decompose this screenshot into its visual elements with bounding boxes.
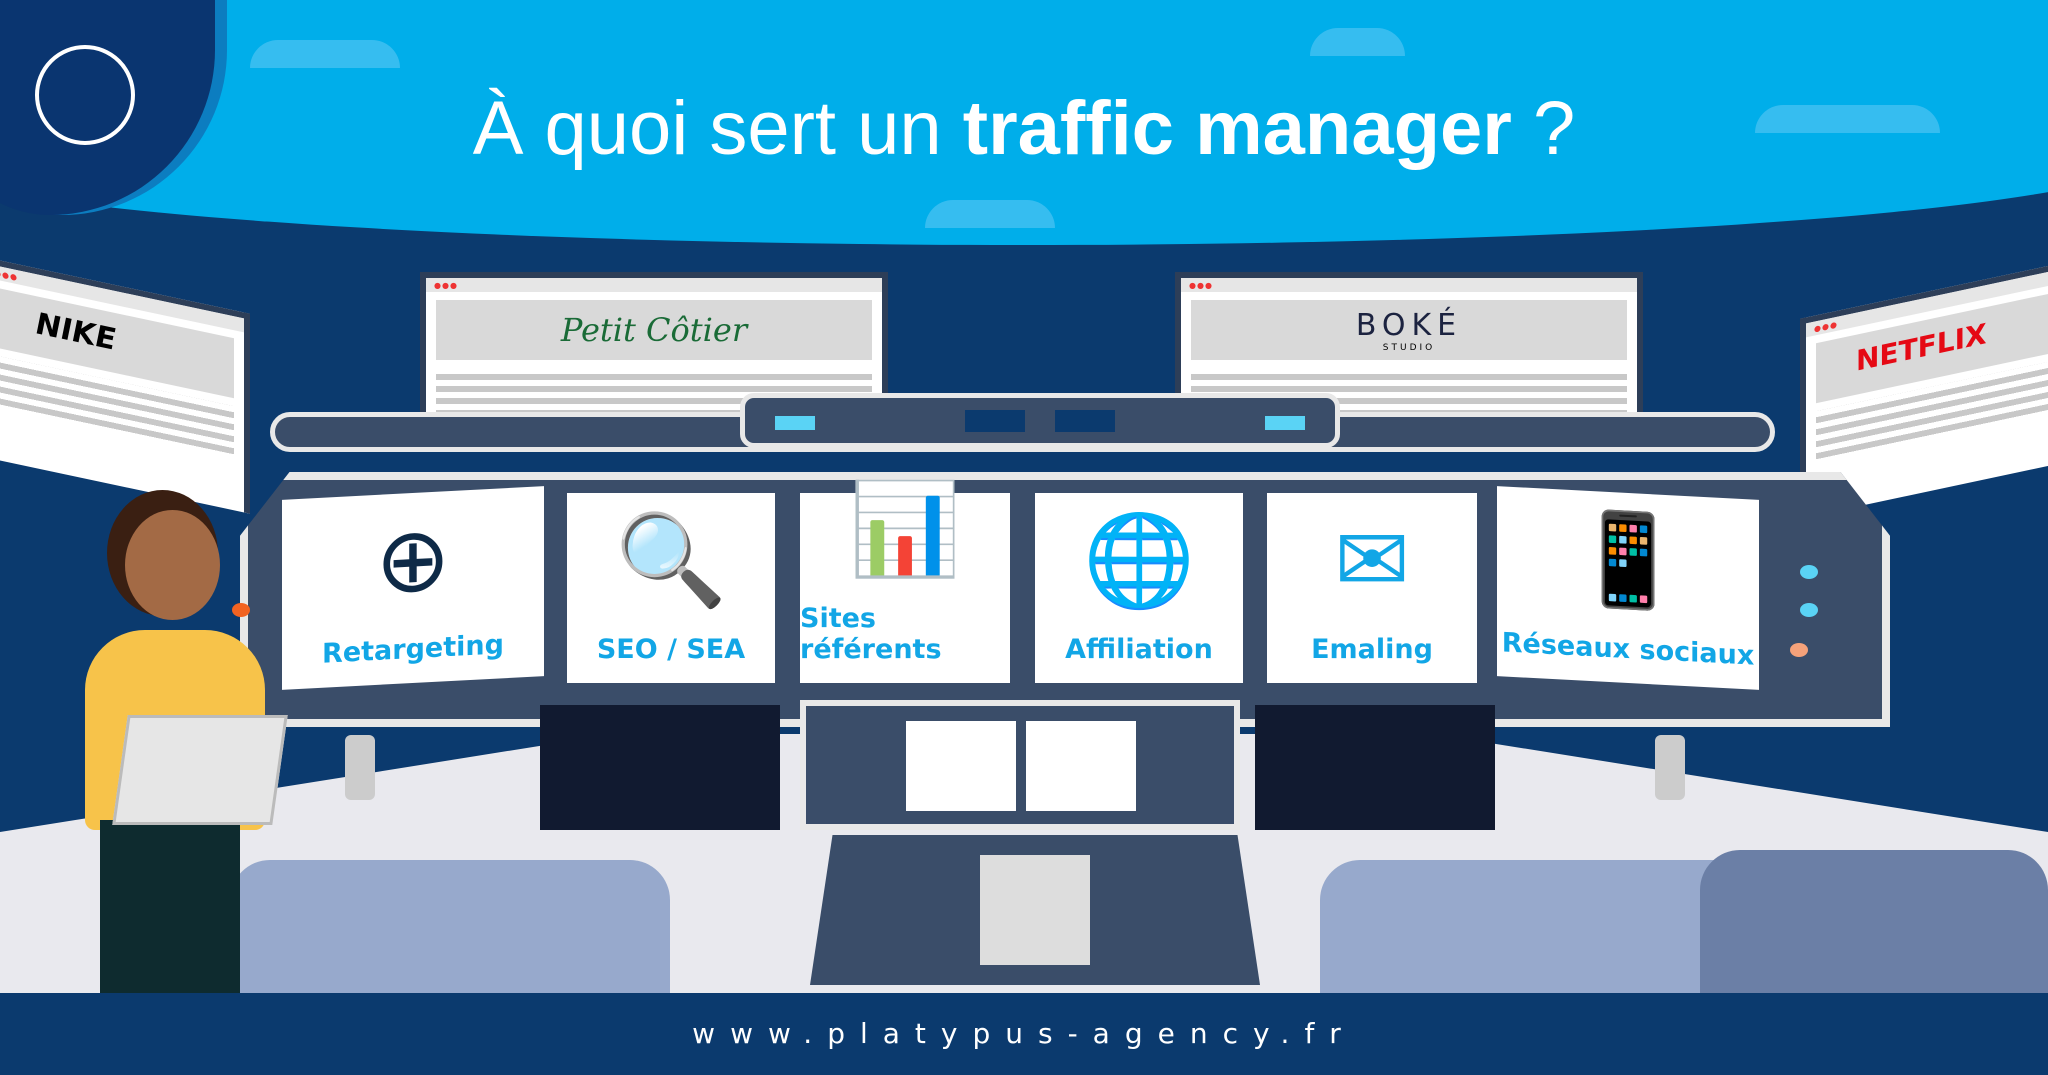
social-media-icon: 📱 bbox=[1571, 505, 1685, 616]
throttle-console bbox=[810, 835, 1260, 985]
cloud bbox=[1310, 28, 1405, 56]
browser-search-icon: 🔍 bbox=[614, 508, 728, 613]
card-retargeting[interactable]: ⊕ Retargeting bbox=[282, 486, 544, 690]
center-console bbox=[800, 700, 1240, 830]
nike-logo: NIKE bbox=[36, 306, 117, 359]
email-icon: ✉ bbox=[1334, 508, 1410, 613]
boke-logo: BOKÉ bbox=[1355, 307, 1463, 343]
center-screen bbox=[906, 721, 1016, 811]
seat-back-right bbox=[1700, 850, 2048, 1000]
throttle-levers[interactable] bbox=[980, 855, 1090, 965]
card-label: Retargeting bbox=[322, 629, 504, 670]
indicator-light bbox=[1800, 565, 1818, 579]
joystick-right[interactable] bbox=[1655, 735, 1685, 800]
petit-cotier-logo: Petit Côtier bbox=[560, 311, 748, 349]
target-user-icon: ⊕ bbox=[375, 506, 451, 615]
cloud bbox=[925, 200, 1055, 228]
indicator-light bbox=[1800, 603, 1818, 617]
dark-screen bbox=[540, 705, 780, 830]
display-screen bbox=[965, 410, 1025, 432]
woman-legs bbox=[100, 820, 240, 995]
chart-icon: 📊 bbox=[848, 477, 962, 582]
card-emaling[interactable]: ✉ Emaling bbox=[1267, 493, 1477, 683]
cloud bbox=[250, 40, 400, 68]
display-screen bbox=[1055, 410, 1115, 432]
card-label: Affiliation bbox=[1065, 634, 1213, 665]
laptop bbox=[112, 715, 288, 825]
joystick-left[interactable] bbox=[345, 735, 375, 800]
browser-window-nike: ●●● NIKE bbox=[0, 256, 250, 514]
indicator-light bbox=[232, 603, 250, 617]
card-label: Sites référents bbox=[800, 603, 942, 665]
card-label: SEO / SEA bbox=[596, 634, 746, 665]
seat-left bbox=[230, 860, 670, 1000]
boke-subtitle: STUDIO bbox=[1382, 342, 1436, 353]
card-sites-referents[interactable]: 📊 Sites référents bbox=[800, 485, 1010, 683]
dark-screen bbox=[1255, 705, 1495, 830]
card-label: Réseaux sociaux bbox=[1501, 627, 1755, 672]
top-control-panel bbox=[740, 393, 1340, 448]
indicator-light bbox=[775, 416, 815, 430]
indicator-light bbox=[1265, 416, 1305, 430]
center-screen bbox=[1026, 721, 1136, 811]
card-seo-sea[interactable]: 🔍 SEO / SEA bbox=[567, 493, 775, 683]
globe-network-icon: 🌐 bbox=[1082, 508, 1196, 613]
card-affiliation[interactable]: 🌐 Affiliation bbox=[1035, 493, 1243, 683]
page-title: À quoi sert un traffic manager ? bbox=[472, 86, 1576, 171]
card-label: Emaling bbox=[1311, 634, 1433, 665]
card-reseaux-sociaux[interactable]: 📱 Réseaux sociaux bbox=[1497, 486, 1759, 690]
woman-head bbox=[125, 510, 220, 620]
netflix-logo: NETFLIX bbox=[1856, 317, 1987, 378]
footer-url[interactable]: www.platypus-agency.fr bbox=[0, 993, 2048, 1075]
indicator-light bbox=[1790, 643, 1808, 657]
